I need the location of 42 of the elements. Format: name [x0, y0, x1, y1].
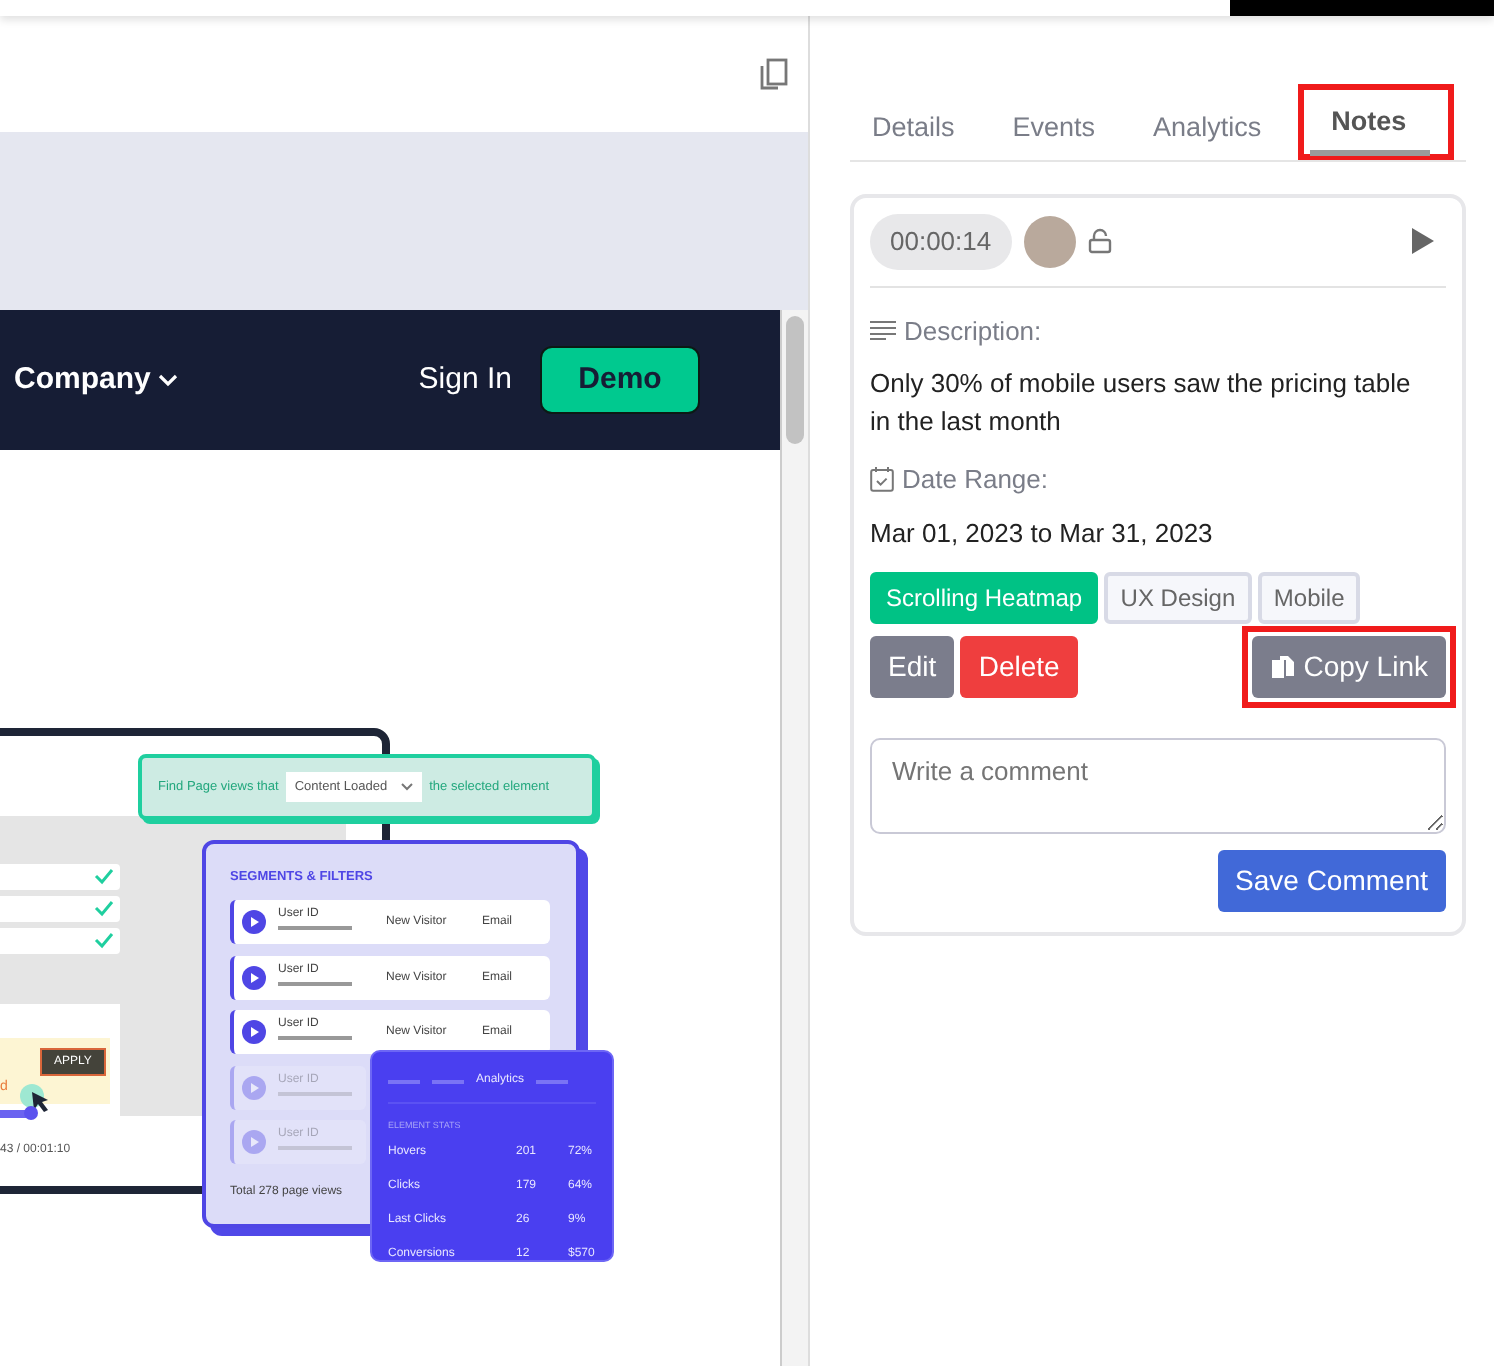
tab[interactable]: Analytics — [1131, 102, 1286, 162]
play-icon — [242, 965, 266, 989]
copy-button[interactable]: Copy Link — [1251, 636, 1446, 698]
text-lines-icon — [870, 320, 896, 341]
sign-in-link[interactable]: Sign In — [418, 357, 512, 403]
lock-icon — [1087, 228, 1112, 255]
play-icon — [242, 1020, 266, 1044]
description-text: Only 30% of mobile users saw the pricing table in the last month — [870, 366, 1413, 440]
date-range-text: Mar 01, 2023 to Mar 31, 2023 — [870, 515, 1215, 551]
avatar — [1023, 215, 1076, 268]
placeholder-line — [278, 926, 352, 930]
chevron-down-icon — [158, 373, 179, 387]
play-icon — [242, 910, 266, 934]
placeholder-line — [278, 1146, 352, 1150]
placeholder-line — [278, 1036, 352, 1040]
placeholder-line — [278, 981, 352, 985]
tag[interactable]: UX Design — [1104, 571, 1252, 623]
tab[interactable]: Notes — [1309, 96, 1431, 156]
demo-button[interactable]: Demo — [540, 346, 700, 414]
placeholder-line — [432, 1079, 464, 1083]
save-comment-button[interactable]: Save Comment — [1217, 850, 1446, 913]
nav-menu-item[interactable]: Company — [14, 357, 151, 403]
chevron-down-icon — [399, 782, 414, 792]
placeholder-line — [536, 1079, 569, 1083]
description-label: Description: — [904, 313, 1042, 350]
calendar-icon — [870, 466, 894, 493]
copy-icon[interactable] — [760, 58, 788, 90]
tab[interactable]: Details — [850, 102, 979, 162]
play-icon — [242, 1130, 266, 1154]
play-icon[interactable] — [1411, 228, 1433, 255]
delete-button[interactable]: Delete — [960, 636, 1078, 698]
scrollbar-thumb[interactable] — [786, 316, 804, 444]
comment-field[interactable]: Write a comment — [870, 737, 1446, 833]
timestamp-pill: 00:00:14 — [870, 214, 1012, 269]
placeholder-line — [278, 1091, 352, 1095]
placeholder-line — [388, 1079, 420, 1083]
play-icon — [242, 1075, 266, 1099]
tab[interactable]: Events — [990, 102, 1120, 162]
tag[interactable]: Mobile — [1257, 571, 1361, 623]
edit-button[interactable]: Edit — [870, 636, 955, 698]
date-range-label: Date Range: — [902, 462, 1048, 498]
copy-icon — [1269, 654, 1296, 680]
